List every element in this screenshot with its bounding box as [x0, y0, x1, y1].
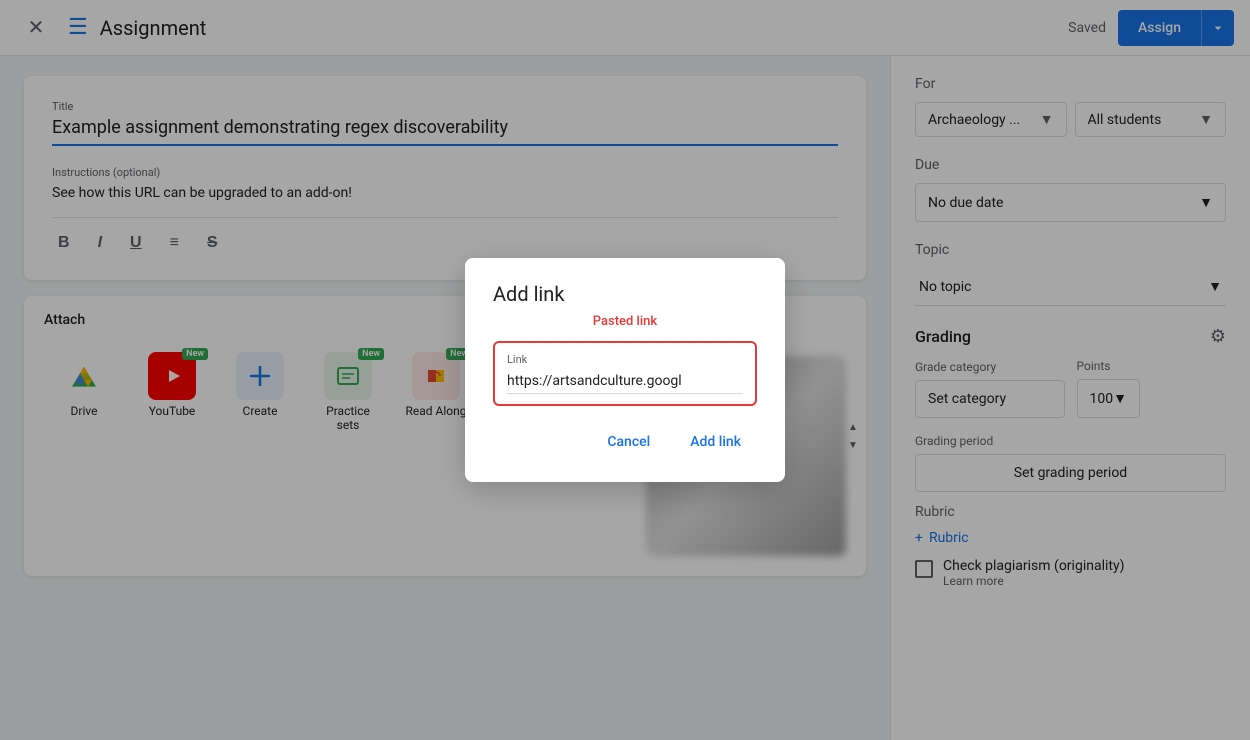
- add-link-dialog: Add link Pasted link Link Cancel Add lin…: [465, 258, 785, 482]
- link-input[interactable]: [507, 373, 743, 394]
- pasted-link-label: Pasted link: [493, 314, 757, 329]
- cancel-button[interactable]: Cancel: [591, 426, 666, 458]
- dialog-actions: Cancel Add link: [493, 426, 757, 458]
- add-link-button[interactable]: Add link: [674, 426, 757, 458]
- link-field-container: Link: [493, 341, 757, 406]
- dialog-title: Add link: [493, 282, 757, 306]
- dialog-overlay: Add link Pasted link Link Cancel Add lin…: [0, 0, 1250, 740]
- link-field-label: Link: [507, 353, 743, 366]
